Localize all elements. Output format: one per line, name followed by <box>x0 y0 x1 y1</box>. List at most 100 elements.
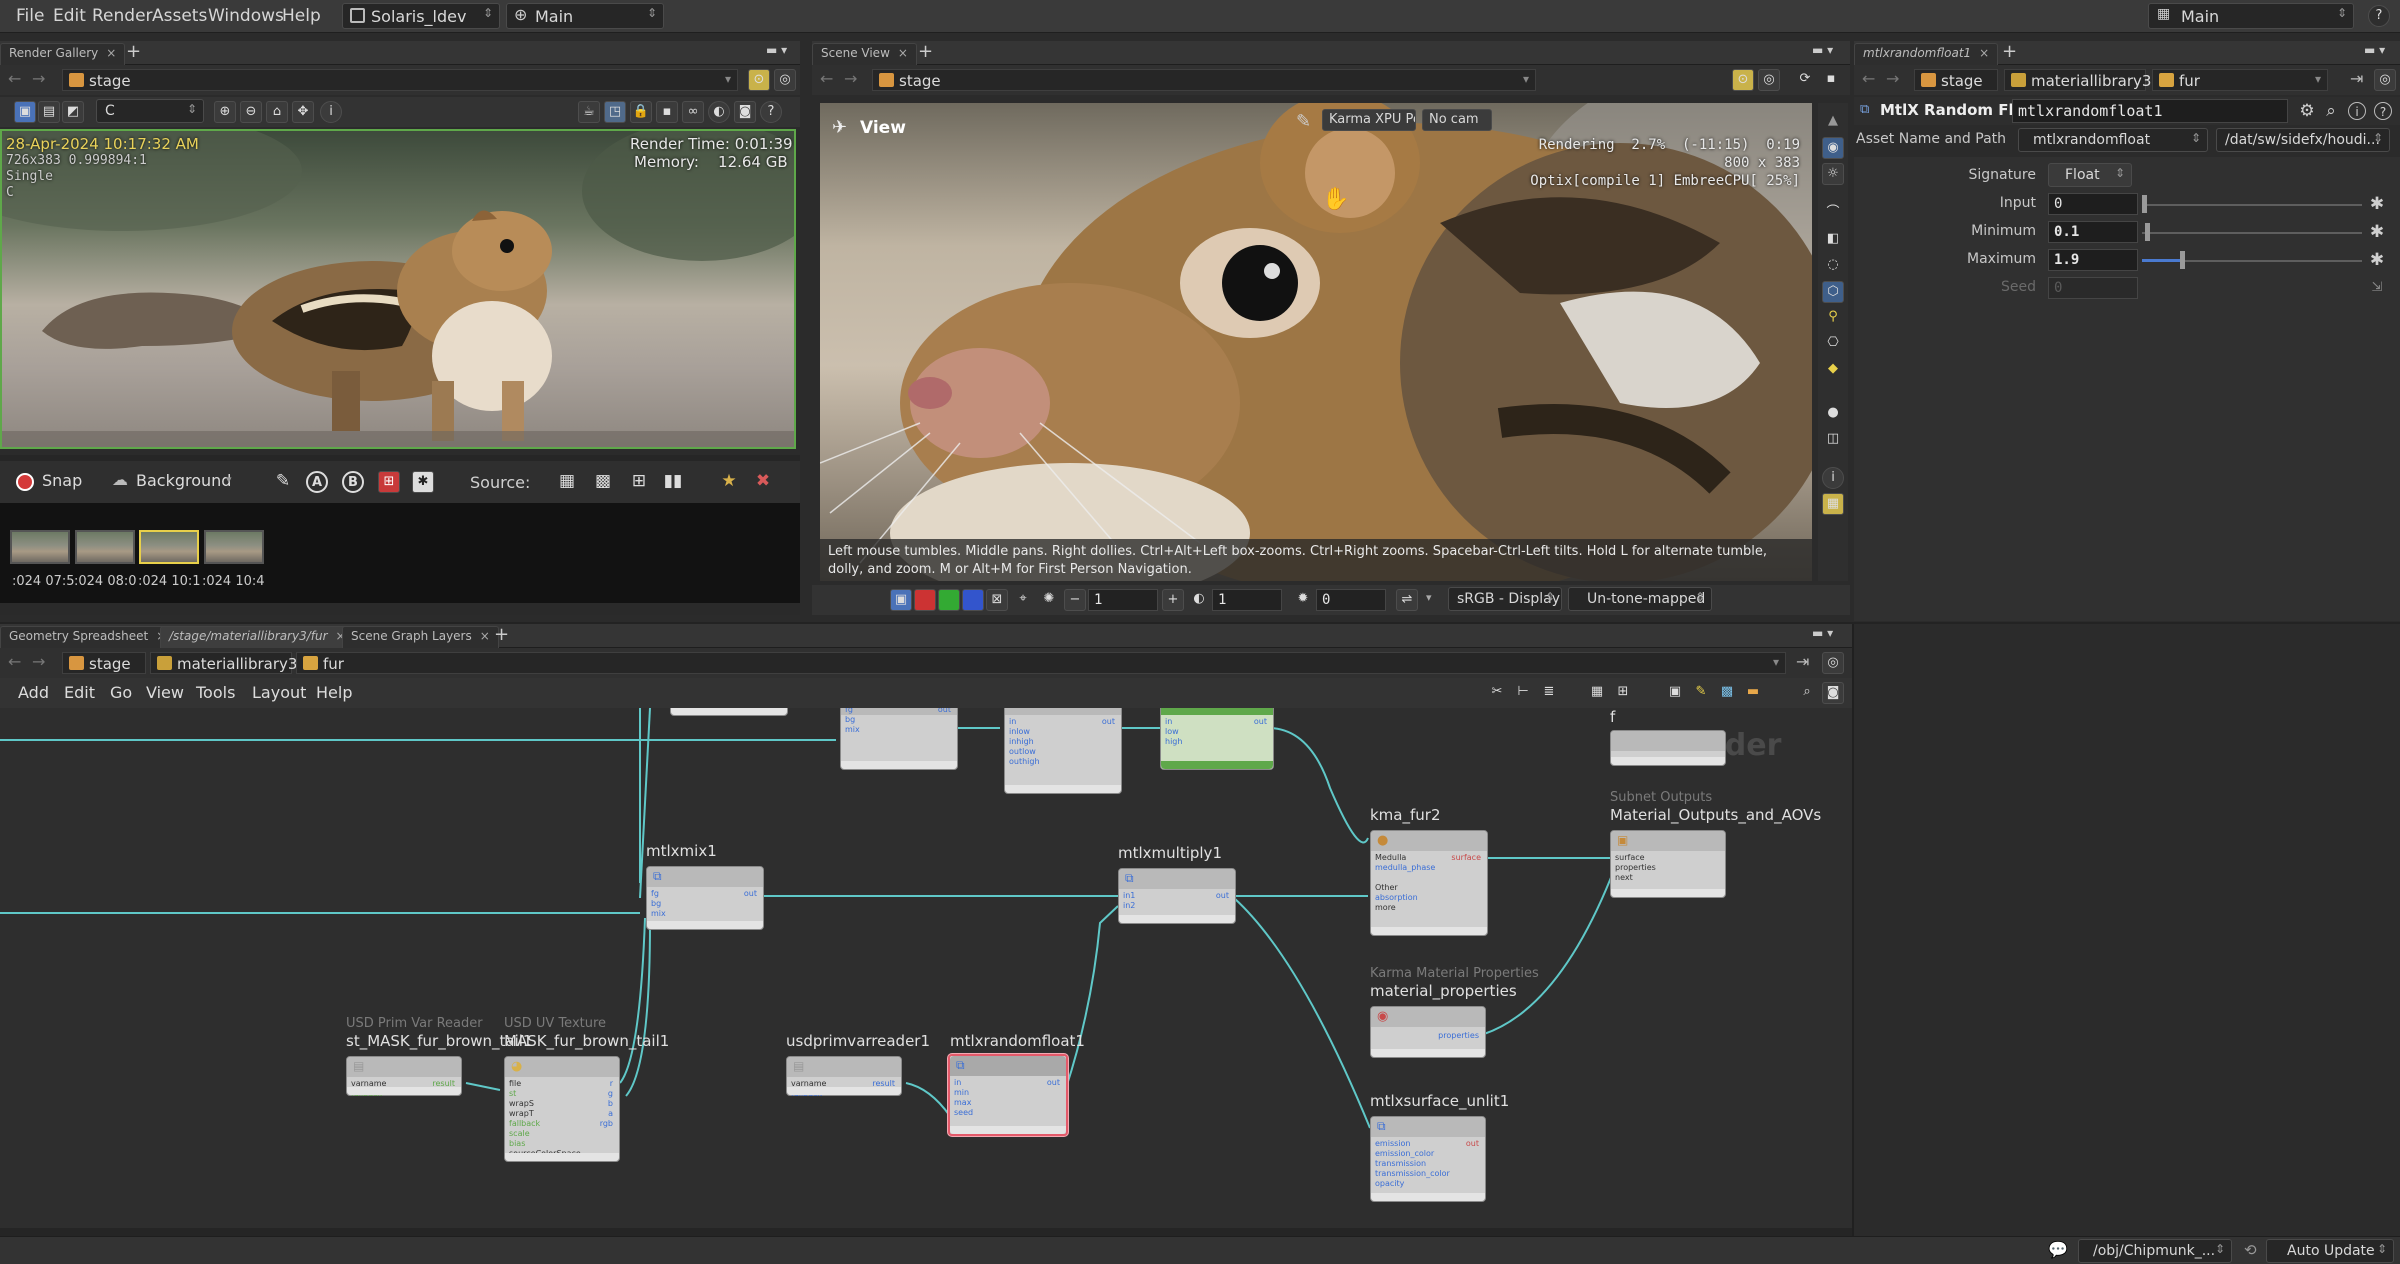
lights-icon[interactable]: ☼ <box>1822 163 1844 185</box>
background-button[interactable]: ☁ Background ▾ <box>112 470 242 494</box>
save-icon[interactable]: ▪ <box>656 101 678 123</box>
focus-icon[interactable]: ✺ <box>1038 589 1060 611</box>
node-f[interactable] <box>1610 730 1726 766</box>
render-gallery-path[interactable]: stage ▾ <box>62 69 738 91</box>
back-icon[interactable]: ← <box>1862 69 1875 88</box>
forward-icon[interactable]: → <box>844 69 857 88</box>
star-filter-icon[interactable]: ★ <box>718 471 740 493</box>
pencil-icon[interactable]: ✎ <box>1296 111 1311 132</box>
snapshot-scrollbar[interactable] <box>0 603 800 615</box>
menu-add[interactable]: Add <box>18 683 49 702</box>
network-canvas[interactable]: Builder fgbgmix out ininlowinhighoutlowo… <box>0 708 1852 1228</box>
node-top-stub[interactable] <box>670 708 788 716</box>
shading-icon[interactable]: ◧ <box>1822 229 1844 251</box>
node-top-remap[interactable]: in inlow inhigh outlow outhigh out <box>1004 708 1122 794</box>
menu-tools[interactable]: Tools <box>196 683 235 702</box>
info-icon[interactable]: i <box>2348 102 2366 120</box>
link-view-icon[interactable]: ∞ <box>682 101 704 123</box>
lut-dropdown-icon[interactable]: ▾ <box>1426 591 1432 604</box>
snapshot-thumbnail-4[interactable] <box>204 530 264 564</box>
screenshot-icon[interactable]: ◫ <box>1822 429 1844 451</box>
info-icon[interactable]: i <box>320 101 342 123</box>
display-select[interactable]: sRGB - Display ⇕ <box>1448 587 1562 611</box>
render-image[interactable]: 28-Apr-2024 10:17:32 AM 726x383 0.999894… <box>0 129 796 449</box>
channel-select[interactable]: C ⇕ <box>96 99 204 123</box>
node-mtlxmultiply1[interactable]: ⧉ in1 in2 out <box>1118 868 1236 924</box>
gear-icon[interactable]: ✱ <box>2368 251 2386 269</box>
gamma-field[interactable]: 1 <box>1212 589 1282 611</box>
minimum-slider[interactable] <box>2142 232 2362 234</box>
add-tab-icon[interactable]: + <box>918 41 933 62</box>
link-icon[interactable]: ◎ <box>774 69 796 91</box>
wireframe-icon[interactable]: ⌒ <box>1822 203 1844 225</box>
ab-toggle-icon[interactable]: ⊞ <box>378 471 400 493</box>
pin-icon[interactable]: ⇥ <box>2350 69 2363 88</box>
tree-icon[interactable]: ⊢ <box>1512 682 1534 704</box>
layout-toggle-icon[interactable]: ▦ <box>1822 493 1844 515</box>
tag-tool-icon[interactable]: ◆ <box>1822 359 1844 381</box>
menu-assets[interactable]: Assets <box>152 6 207 26</box>
search-icon[interactable]: ⌕ <box>1796 682 1818 704</box>
gamma-icon[interactable]: ◐ <box>1188 589 1210 611</box>
settings-icon[interactable]: ✱ <box>412 471 434 493</box>
maximum-field[interactable]: 1.9 <box>2048 249 2138 271</box>
node-surface-unlit[interactable]: ⧉ emission emission_color transmission tran… <box>1370 1116 1486 1202</box>
breadcrumb-fur[interactable]: fur ▾ <box>296 652 1786 674</box>
renderer-select[interactable]: Karma XPU Persp <box>1322 109 1416 131</box>
close-icon[interactable]: × <box>898 46 908 60</box>
signature-select[interactable]: Float ⇕ <box>2048 163 2132 187</box>
compare-icon[interactable]: ▤ <box>38 101 60 123</box>
close-icon[interactable]: × <box>106 46 116 60</box>
menu-layout[interactable]: Layout <box>252 683 306 702</box>
node-usdprimvarreader1[interactable]: ▤ varnamefallback result <box>786 1056 902 1098</box>
node-material-properties[interactable]: ◉ properties <box>1370 1006 1486 1058</box>
home-icon[interactable]: ⌂ <box>266 101 288 123</box>
gear-icon[interactable]: ✱ <box>2368 195 2386 213</box>
node-top-clamp[interactable]: in low high out <box>1160 708 1274 770</box>
node-material-outputs[interactable]: ▣ surface properties next <box>1610 830 1726 898</box>
context-selector[interactable]: ⊕ Main ⇕ <box>506 3 664 29</box>
tab-geometry-spreadsheet[interactable]: Geometry Spreadsheet× <box>0 626 176 648</box>
tab-scene-graph-layers[interactable]: Scene Graph Layers × <box>342 626 499 648</box>
green-channel-icon[interactable] <box>938 589 960 611</box>
pin-icon[interactable]: ⊙ <box>1732 69 1754 91</box>
view-menu[interactable]: ✈ View <box>832 115 912 141</box>
breadcrumb-stage[interactable]: stage <box>1914 69 1998 91</box>
help-icon[interactable]: ? <box>2368 5 2390 27</box>
zoom-out-icon[interactable]: ⊖ <box>240 101 262 123</box>
help-icon[interactable]: ? <box>760 101 782 123</box>
status-path-select[interactable]: /obj/Chipmunk_... ⇕ <box>2078 1239 2232 1263</box>
minimum-slider-handle[interactable] <box>2145 223 2150 241</box>
decrement-icon[interactable]: − <box>1064 589 1086 611</box>
chat-icon[interactable]: 💬 <box>2048 1240 2068 1259</box>
snap-grid-icon[interactable]: ⊞ <box>1612 682 1634 704</box>
network-scrollbar[interactable] <box>0 1228 1852 1236</box>
render-region-icon[interactable]: ◳ <box>604 101 626 123</box>
menu-help[interactable]: Help <box>316 683 352 702</box>
menu-edit[interactable]: Edit <box>53 6 86 26</box>
tag-icon[interactable]: ✎ <box>272 471 294 493</box>
refresh-icon[interactable]: ⟲ <box>2244 1241 2257 1259</box>
pin-icon[interactable]: ⇥ <box>1796 652 1809 671</box>
node-mtlxrandomfloat1[interactable]: ⧉ in min max seed out <box>948 1054 1068 1136</box>
tools-icon[interactable]: ✂ <box>1486 682 1508 704</box>
tab-render-gallery[interactable]: Render Gallery × <box>0 43 126 65</box>
grid-icon[interactable]: ▦ <box>1586 682 1608 704</box>
forward-icon[interactable]: → <box>32 69 45 88</box>
help-icon[interactable]: ? <box>2374 102 2392 120</box>
menu-windows[interactable]: Windows <box>208 6 284 26</box>
node-name-field[interactable]: mtlxrandomfloat1 <box>2012 99 2288 123</box>
snap-button[interactable]: Snap <box>14 470 82 494</box>
a-compare-button[interactable]: A <box>306 471 328 493</box>
pixel-probe-icon[interactable]: ⌖ <box>1012 589 1034 611</box>
scene-view-path[interactable]: stage ▾ <box>872 69 1536 91</box>
menu-edit[interactable]: Edit <box>64 683 95 702</box>
node-st-mask[interactable]: ▤ varnamefallback result <box>346 1056 462 1098</box>
back-icon[interactable]: ← <box>8 69 21 88</box>
input-slider-handle[interactable] <box>2142 195 2147 213</box>
search-icon[interactable]: ⌕ <box>2322 102 2340 120</box>
link-icon[interactable]: ◎ <box>2374 69 2396 91</box>
pin-icon[interactable]: ⊙ <box>748 69 770 91</box>
maximize-icon[interactable]: ▪ <box>1820 69 1842 91</box>
breadcrumb-stage[interactable]: stage <box>62 652 146 674</box>
